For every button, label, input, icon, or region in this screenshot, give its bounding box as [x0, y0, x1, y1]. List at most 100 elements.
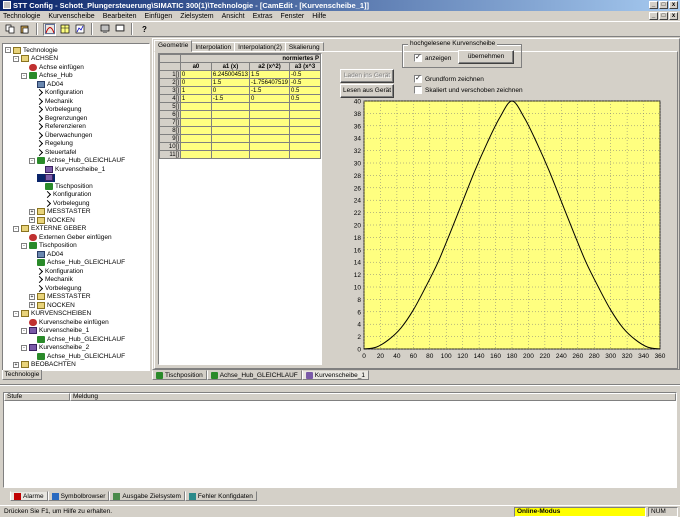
maximize-button[interactable]: □: [659, 1, 668, 9]
tree-item[interactable]: Kurvenscheibe_1: [37, 165, 105, 173]
grid-cell[interactable]: -1.756407519: [248, 78, 291, 87]
grid-row-header[interactable]: 4[]: [159, 94, 181, 103]
grid-cell[interactable]: [210, 134, 250, 143]
cam-profile-chart[interactable]: 0 20 40 60 80 100 120 140 160 180 200 220 240 260 280 3…: [330, 89, 673, 369]
grid-cell[interactable]: 6.245004513: [210, 70, 250, 79]
grid-row-button[interactable]: ]: [177, 128, 179, 134]
tree-item[interactable]: - Tischposition: [21, 242, 77, 250]
grid-row-button[interactable]: ]: [177, 80, 179, 86]
grid-cell[interactable]: 1: [179, 86, 212, 95]
grid-row-button[interactable]: ]: [177, 112, 179, 118]
menu-einfuegen[interactable]: Einfügen: [144, 13, 174, 20]
grid-cell[interactable]: [179, 126, 212, 135]
expand-icon[interactable]: +: [29, 217, 35, 223]
tree-item[interactable]: Konfiguration: [29, 89, 83, 97]
grid-cell[interactable]: [289, 102, 321, 111]
column-header-a2[interactable]: a2 (x^2): [248, 62, 291, 71]
table-view-icon[interactable]: [58, 23, 71, 36]
tree-item[interactable]: [37, 173, 55, 182]
grid-cell[interactable]: 0: [248, 94, 291, 103]
tree-item[interactable]: - Achse_Hub_GLEICHLAUF: [29, 157, 125, 165]
grid-cell[interactable]: 1.5: [210, 78, 250, 87]
grid-cell[interactable]: [248, 118, 291, 127]
grid-cell[interactable]: -1.5: [210, 94, 250, 103]
tree-item[interactable]: - Technologie: [5, 46, 58, 54]
grid-row-button[interactable]: ]: [177, 96, 179, 102]
grid-cell[interactable]: [248, 126, 291, 135]
grid-cell[interactable]: [289, 142, 321, 151]
tree-item[interactable]: + MESSTASTER: [29, 208, 91, 216]
expand-icon[interactable]: +: [29, 208, 35, 215]
tree-item[interactable]: Konfiguration: [37, 191, 91, 199]
menu-fenster[interactable]: Fenster: [279, 13, 305, 20]
tree-item[interactable]: Regelung: [29, 140, 73, 148]
grid-cell[interactable]: [179, 110, 212, 119]
menu-hilfe[interactable]: Hilfe: [311, 13, 327, 20]
collapse-icon[interactable]: -: [21, 72, 27, 79]
tree-item[interactable]: Externen Geber einfügen: [21, 233, 112, 241]
expand-icon[interactable]: +: [29, 302, 35, 308]
grid-cell[interactable]: [289, 134, 321, 143]
load-to-device-button[interactable]: Laden ins Gerät: [340, 69, 394, 83]
menu-extras[interactable]: Extras: [252, 13, 274, 20]
tree-item[interactable]: AD04: [29, 80, 63, 88]
grid-row-button[interactable]: ]: [177, 88, 179, 94]
tree-item[interactable]: Tischposition: [37, 182, 93, 190]
tree-item[interactable]: - Achse_Hub: [21, 72, 73, 80]
draw-base-checkbox[interactable]: ✓ Grundform zeichnen: [414, 75, 484, 83]
grid-cell[interactable]: [179, 134, 212, 143]
cam-curve-icon[interactable]: [43, 22, 56, 36]
grid-row-header[interactable]: 1[]: [159, 70, 181, 79]
grid-cell[interactable]: 0: [210, 86, 250, 95]
grid-cell[interactable]: [289, 126, 321, 135]
project-tree[interactable]: - Technologie - ACHSEN Achse einfügen - Achse_…: [3, 44, 149, 370]
menu-ansicht[interactable]: Ansicht: [221, 13, 246, 20]
collapse-icon[interactable]: -: [21, 344, 27, 351]
mdi-minimize-button[interactable]: _: [649, 12, 658, 20]
column-header-stufe[interactable]: Stufe: [4, 393, 70, 401]
grid-row-header[interactable]: 5[]: [159, 102, 181, 111]
coefficient-grid[interactable]: normiertes P a0 a1 (x) a2 (x^2) a3 (x^3 …: [158, 53, 322, 365]
grid-cell[interactable]: [210, 126, 250, 135]
output-tab[interactable]: Symbolbrowser: [47, 491, 110, 501]
output-tab[interactable]: Fehler Konfigdaten: [184, 491, 257, 501]
tree-item[interactable]: Steuertafel: [29, 148, 76, 156]
tab-technologie[interactable]: Technologie: [2, 370, 42, 380]
grid-row-button[interactable]: ]: [177, 136, 179, 142]
grid-cell[interactable]: [210, 150, 250, 159]
grid-cell[interactable]: 0.5: [289, 86, 321, 95]
tree-item[interactable]: + MESSTASTER: [29, 293, 91, 301]
show-uploaded-checkbox[interactable]: ✓ anzeigen: [414, 54, 451, 62]
menu-bearbeiten[interactable]: Bearbeiten: [102, 13, 138, 20]
grid-cell[interactable]: [179, 150, 212, 159]
tree-item[interactable]: Referenzieren: [29, 123, 86, 131]
grid-cell[interactable]: [248, 150, 291, 159]
paste-icon[interactable]: [18, 23, 31, 36]
grid-cell[interactable]: [248, 102, 291, 111]
tree-item[interactable]: Achse_Hub_GLEICHLAUF: [29, 352, 125, 360]
grid-row-header[interactable]: 11[]: [159, 150, 181, 159]
document-tab[interactable]: Kurvenscheibe_1: [301, 370, 369, 380]
tree-item[interactable]: + BEOBACHTEN: [13, 361, 76, 369]
tree-item[interactable]: - EXTERNE GEBER: [13, 225, 86, 233]
output-tab[interactable]: Alarme: [10, 491, 48, 501]
grid-cell[interactable]: [210, 142, 250, 151]
grid-row-header[interactable]: 10[]: [159, 142, 181, 151]
tree-item[interactable]: - KURVENSCHEIBEN: [13, 310, 91, 318]
grid-cell[interactable]: [289, 110, 321, 119]
apply-button[interactable]: übernehmen: [458, 50, 514, 64]
grid-cell[interactable]: [179, 102, 212, 111]
tree-item[interactable]: Mechanik: [29, 97, 73, 105]
column-header-meldung[interactable]: Meldung: [70, 393, 676, 401]
collapse-icon[interactable]: -: [5, 47, 11, 53]
expand-icon[interactable]: +: [29, 293, 35, 300]
grid-cell[interactable]: [289, 150, 321, 159]
help-icon[interactable]: ?: [138, 23, 151, 36]
document-tab[interactable]: Achse_Hub_GLEICHLAUF: [206, 370, 302, 380]
collapse-icon[interactable]: -: [13, 55, 19, 62]
tree-item[interactable]: Begrenzungen: [29, 114, 87, 122]
tree-item[interactable]: Überwachungen: [29, 131, 92, 139]
column-header-a0[interactable]: a0: [179, 62, 212, 71]
grid-cell[interactable]: [179, 118, 212, 127]
grid-row-button[interactable]: ]: [177, 144, 179, 150]
